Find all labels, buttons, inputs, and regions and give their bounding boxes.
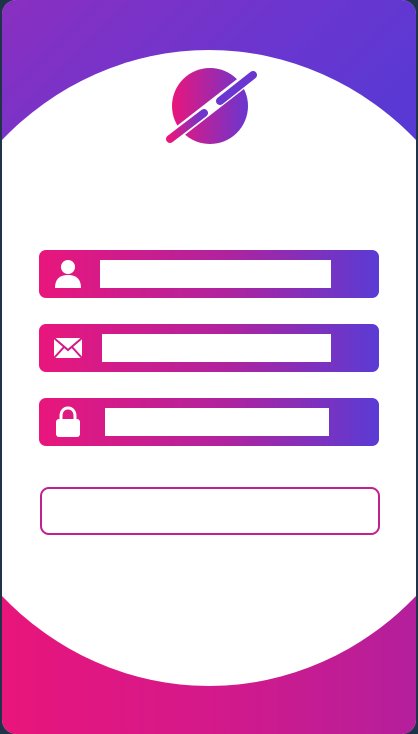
planet-logo-icon [162,66,262,148]
user-icon [55,260,81,288]
email-field-group [39,324,379,372]
password-input[interactable] [105,408,329,436]
email-input[interactable] [102,334,331,362]
username-input[interactable] [100,260,331,288]
username-field-group [39,250,379,298]
password-field-group [39,398,379,446]
envelope-icon [53,337,83,359]
login-card [2,0,416,734]
lock-icon [56,406,80,437]
submit-button[interactable] [40,487,380,535]
